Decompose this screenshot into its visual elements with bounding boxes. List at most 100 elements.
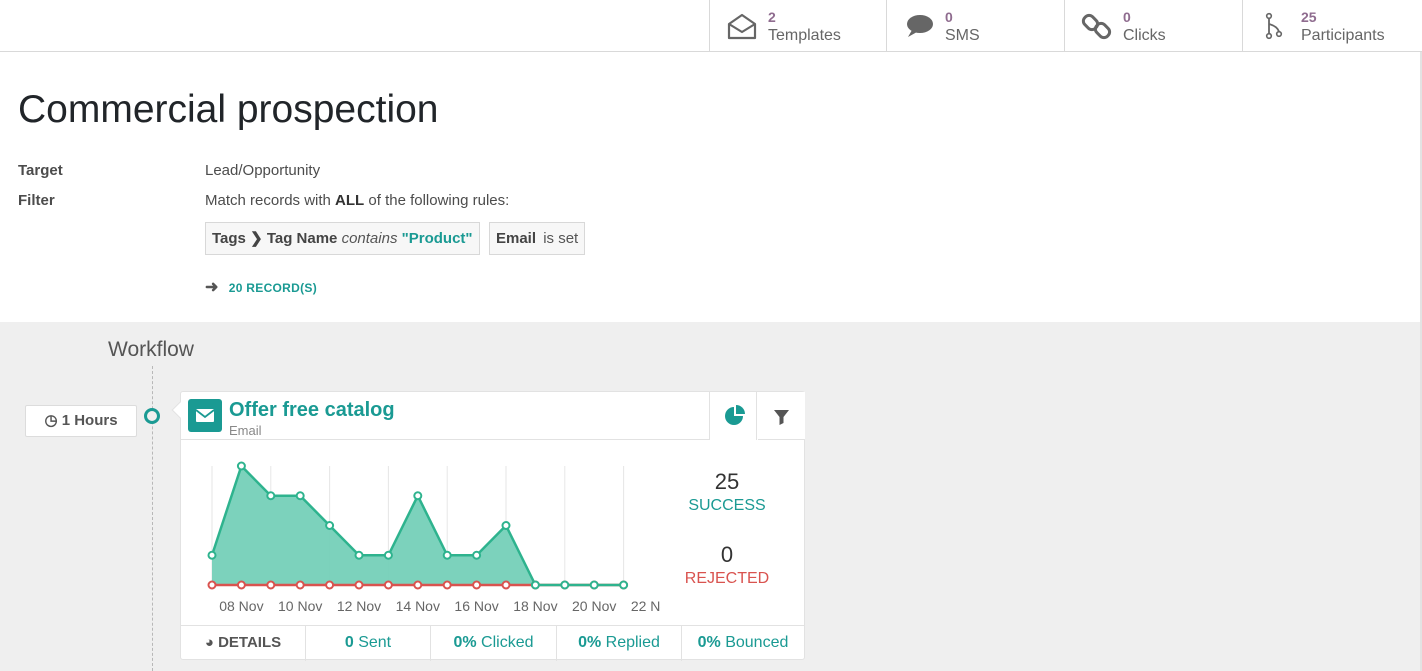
rule-operator: contains: [341, 230, 398, 247]
rejected-point: [442, 580, 452, 590]
filter-rule-email: Email is set: [489, 222, 586, 255]
trigger-interval-button[interactable]: ◷ 1 Hours: [25, 405, 137, 437]
clicked-value: 0%: [453, 634, 477, 651]
replied-value: 0%: [578, 634, 602, 651]
success-point: [619, 580, 629, 590]
success-area: [212, 466, 624, 585]
success-count: 25: [714, 469, 740, 494]
details-label: DETAILS: [218, 634, 282, 651]
activity-name[interactable]: Offer free catalog: [229, 399, 395, 422]
target-label: Target: [18, 162, 63, 179]
x-tick-label: 14 Nov: [396, 598, 440, 614]
success-point: [560, 580, 570, 590]
clicked-stat[interactable]: 0% Clicked: [430, 626, 556, 661]
replied-stat[interactable]: 0% Replied: [556, 626, 681, 661]
bounced-label: Bounced: [720, 634, 789, 651]
records-link-label: 20 RECORD(S): [228, 281, 317, 295]
rejected-point: [472, 580, 482, 590]
filter-tab[interactable]: [758, 392, 805, 440]
x-tick-label: 16 Nov: [454, 598, 498, 614]
clicks-stat-button[interactable]: 0 Clicks: [1064, 0, 1242, 51]
rejected-point: [207, 580, 217, 590]
filter-all-keyword: ALL: [335, 192, 365, 209]
details-button[interactable]: ◕ DETAILS: [181, 626, 305, 661]
rejected-point: [236, 580, 246, 590]
participants-stat-button[interactable]: 25 Participants: [1242, 0, 1420, 51]
x-tick-label: 22 Nov: [631, 598, 661, 614]
filter-label: Filter: [18, 192, 55, 209]
filter-prefix: Match records with: [205, 192, 336, 209]
rule-field: Tags: [212, 230, 246, 247]
envelope-icon: [188, 399, 222, 432]
envelope-open-icon: [727, 13, 757, 40]
activity-header: Offer free catalog Email: [181, 392, 709, 440]
chevron-right-icon: ❯: [250, 230, 263, 247]
success-point: [354, 550, 364, 560]
pie-chart-icon: ◕: [204, 634, 214, 651]
filter-description: Match records with ALL of the following …: [205, 192, 509, 209]
rejected-point: [325, 580, 335, 590]
activity-type: Email: [229, 423, 262, 438]
code-fork-icon: [1265, 12, 1283, 40]
rejected-point: [354, 580, 364, 590]
records-link[interactable]: ➜ 20 RECORD(S): [205, 277, 317, 297]
rule-value: "Product": [401, 230, 473, 247]
activity-footer: ◕ DETAILS 0 Sent 0% Clicked 0% Replied 0…: [181, 625, 804, 661]
clicked-label: Clicked: [476, 634, 534, 651]
x-tick-label: 10 Nov: [278, 598, 322, 614]
filter-suffix: of the following rules:: [364, 192, 510, 209]
rejected-label: REJECTED: [684, 570, 770, 587]
rule-operator: is set: [543, 230, 579, 247]
success-point: [383, 550, 393, 560]
templates-label: Templates: [768, 27, 841, 44]
activity-chart: 08 Nov 10 Nov 12 Nov 14 Nov 16 Nov 18 Nov 20 N…: [207, 461, 661, 614]
arrow-right-icon: ➜: [205, 279, 219, 296]
templates-count: 2: [768, 9, 776, 25]
pie-chart-icon: [725, 405, 745, 425]
rejected-point: [266, 580, 276, 590]
sent-stat[interactable]: 0 Sent: [305, 626, 430, 661]
success-point: [472, 550, 482, 560]
x-tick-label: 08 Nov: [219, 598, 263, 614]
bounced-stat[interactable]: 0% Bounced: [681, 626, 804, 661]
success-point: [236, 461, 246, 471]
target-value: Lead/Opportunity: [205, 162, 321, 179]
sms-count: 0: [945, 9, 953, 25]
success-label: SUCCESS: [688, 497, 766, 514]
sent-value: 0: [344, 634, 354, 651]
rejected-point: [383, 580, 393, 590]
success-point: [325, 521, 335, 530]
clock-icon: ◷: [44, 412, 58, 429]
workflow-title: Workflow: [108, 338, 194, 361]
rejected-point: [501, 580, 511, 590]
success-point: [207, 550, 217, 560]
participants-count: 25: [1301, 9, 1317, 25]
trigger-interval-label: 1 Hours: [61, 412, 118, 429]
success-point: [266, 491, 276, 501]
clicks-count: 0: [1123, 9, 1131, 25]
sent-label: Sent: [353, 634, 392, 651]
filter-rule-tags: Tags ❯ Tag Name contains "Product": [205, 222, 480, 255]
success-point: [442, 550, 452, 560]
activity-card: Offer free catalog Email 08 Nov 10 Nov 12 …: [171, 391, 805, 661]
rule-field: Email: [496, 230, 537, 247]
filter-icon: [774, 410, 789, 425]
success-point: [530, 580, 540, 590]
graph-tab[interactable]: [709, 392, 757, 440]
participants-label: Participants: [1301, 27, 1385, 44]
x-tick-label: 12 Nov: [337, 598, 381, 614]
timeline-node: [144, 408, 160, 424]
sms-stat-button[interactable]: 0 SMS: [886, 0, 1064, 51]
sms-label: SMS: [945, 27, 980, 44]
rule-subfield: Tag Name: [266, 230, 338, 247]
rejected-count: 0: [720, 542, 734, 567]
success-point: [295, 491, 305, 501]
x-tick-label: 20 Nov: [572, 598, 616, 614]
templates-stat-button[interactable]: 2 Templates: [709, 0, 887, 51]
rejected-point: [413, 580, 423, 590]
page-title: Commercial prospection: [18, 88, 439, 131]
link-icon: [1081, 13, 1112, 40]
replied-label: Replied: [601, 634, 660, 651]
clicks-label: Clicks: [1123, 27, 1166, 44]
success-point: [501, 521, 511, 530]
